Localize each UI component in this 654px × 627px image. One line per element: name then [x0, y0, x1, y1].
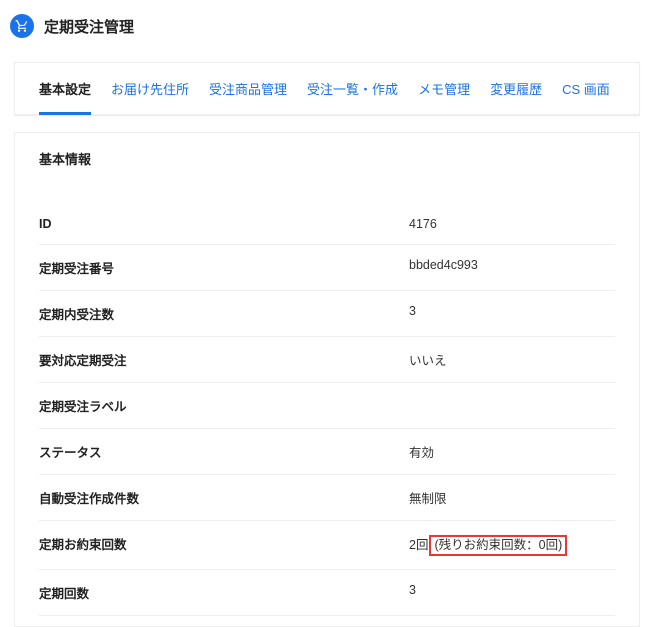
- cart-icon: [10, 14, 34, 38]
- page-title: 定期受注管理: [44, 16, 134, 37]
- row-label: 定期内受注数: [39, 304, 409, 323]
- row-value: いいえ: [409, 350, 447, 369]
- data-row: 定期回数3: [39, 570, 615, 616]
- row-value-text: 無制限: [409, 488, 447, 507]
- row-value-text: いいえ: [409, 350, 447, 369]
- data-row: ID4176: [39, 204, 615, 245]
- basic-info-section: 基本情報 ID4176定期受注番号bbded4c993定期内受注数3要対応定期受…: [14, 132, 640, 627]
- tab-5[interactable]: 変更履歴: [490, 79, 542, 114]
- data-row: ステータス有効: [39, 429, 615, 475]
- tab-6[interactable]: CS 画面: [562, 79, 610, 114]
- row-value: 4176: [409, 217, 437, 231]
- data-row: 定期受注番号bbded4c993: [39, 245, 615, 291]
- row-value-text: bbded4c993: [409, 258, 478, 272]
- data-table: ID4176定期受注番号bbded4c993定期内受注数3要対応定期受注いいえ定…: [15, 184, 639, 626]
- row-label: 自動受注作成件数: [39, 488, 409, 507]
- tabs-bar: 基本設定お届け先住所受注商品管理受注一覧・作成メモ管理変更履歴 CS 画面: [15, 63, 639, 115]
- row-label: 定期お約束回数: [39, 534, 409, 556]
- row-label: ステータス: [39, 442, 409, 461]
- tab-4[interactable]: メモ管理: [418, 79, 470, 114]
- highlight-annotation: (残りお約束回数：0回): [429, 535, 567, 556]
- row-value-text: 有効: [409, 442, 434, 461]
- row-label: 定期受注番号: [39, 258, 409, 277]
- data-row: 自動受注作成件数無制限: [39, 475, 615, 521]
- page-header: 定期受注管理: [0, 0, 654, 46]
- data-row: 定期受注ラベル: [39, 383, 615, 429]
- data-row: 要対応定期受注いいえ: [39, 337, 615, 383]
- tab-1[interactable]: お届け先住所: [111, 79, 189, 114]
- row-value-text: 3: [409, 304, 416, 318]
- row-value: 有効: [409, 442, 434, 461]
- row-value: bbded4c993: [409, 258, 478, 277]
- row-label: 定期回数: [39, 583, 409, 602]
- data-row: 定期お約束回数2回(残りお約束回数：0回): [39, 521, 615, 570]
- row-label: 定期受注ラベル: [39, 396, 409, 415]
- data-row: 定期内受注数3: [39, 291, 615, 337]
- row-label: ID: [39, 217, 409, 231]
- tabs-card: 基本設定お届け先住所受注商品管理受注一覧・作成メモ管理変更履歴 CS 画面: [14, 62, 640, 116]
- tab-0[interactable]: 基本設定: [39, 79, 91, 115]
- section-title: 基本情報: [15, 133, 639, 184]
- row-value-text: 3: [409, 583, 416, 597]
- row-value: 3: [409, 304, 416, 323]
- tab-3[interactable]: 受注一覧・作成: [307, 79, 398, 114]
- row-value: 3: [409, 583, 416, 602]
- row-value-text: 2回: [409, 534, 428, 553]
- row-value-text: 4176: [409, 217, 437, 231]
- row-label: 要対応定期受注: [39, 350, 409, 369]
- row-value: 無制限: [409, 488, 447, 507]
- row-value: 2回(残りお約束回数：0回): [409, 534, 567, 556]
- tab-2[interactable]: 受注商品管理: [209, 79, 287, 114]
